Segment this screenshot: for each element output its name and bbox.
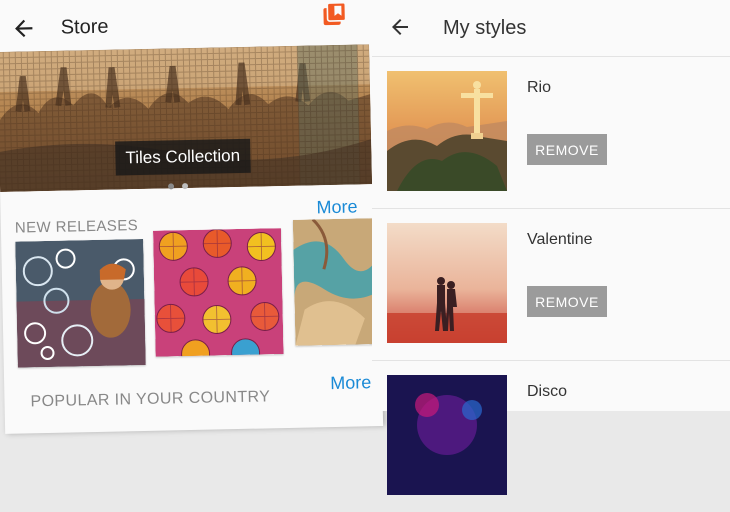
back-arrow-icon[interactable] [10, 15, 37, 42]
style-thumbnail-aerial[interactable] [292, 217, 384, 346]
my-styles-panel: My styles Rio REMOVE Valentine REMOVE Di… [372, 0, 730, 495]
remove-button[interactable]: REMOVE [527, 134, 607, 165]
style-row-rio: Rio REMOVE [372, 56, 730, 209]
style-thumbnail-valentine[interactable] [387, 223, 507, 343]
style-thumbnail-bubbles[interactable] [15, 238, 146, 368]
my-styles-icon[interactable] [321, 1, 348, 28]
more-link-new-releases[interactable]: More [316, 196, 357, 218]
remove-button[interactable]: REMOVE [527, 286, 607, 317]
style-row-disco: Disco [372, 360, 730, 512]
my-styles-app-bar: My styles [372, 0, 730, 57]
page-title: My styles [443, 17, 527, 39]
style-name: Valentine [527, 231, 593, 248]
store-app-bar: Store [0, 0, 375, 52]
style-name: Disco [527, 383, 568, 400]
carousel-dot [182, 183, 189, 190]
section-title-popular: POPULAR IN YOUR COUNTRY [30, 388, 271, 411]
carousel-indicator [168, 183, 189, 190]
back-arrow-icon[interactable] [388, 15, 412, 39]
style-row-valentine: Valentine REMOVE [372, 208, 730, 361]
style-thumbnail-rio[interactable] [387, 71, 507, 191]
page-title: Store [60, 15, 109, 39]
style-name: Rio [527, 79, 552, 96]
section-title-new-releases: NEW RELEASES [14, 217, 139, 237]
style-thumbnail-umbrellas[interactable] [152, 228, 284, 357]
style-thumbnail-disco[interactable] [387, 375, 507, 495]
carousel-dot-active [168, 183, 175, 190]
store-panel: Store Tiles Collection NEW RELEASES More… [0, 0, 384, 434]
banner-caption: Tiles Collection [115, 138, 251, 176]
more-link-popular[interactable]: More [330, 372, 371, 394]
